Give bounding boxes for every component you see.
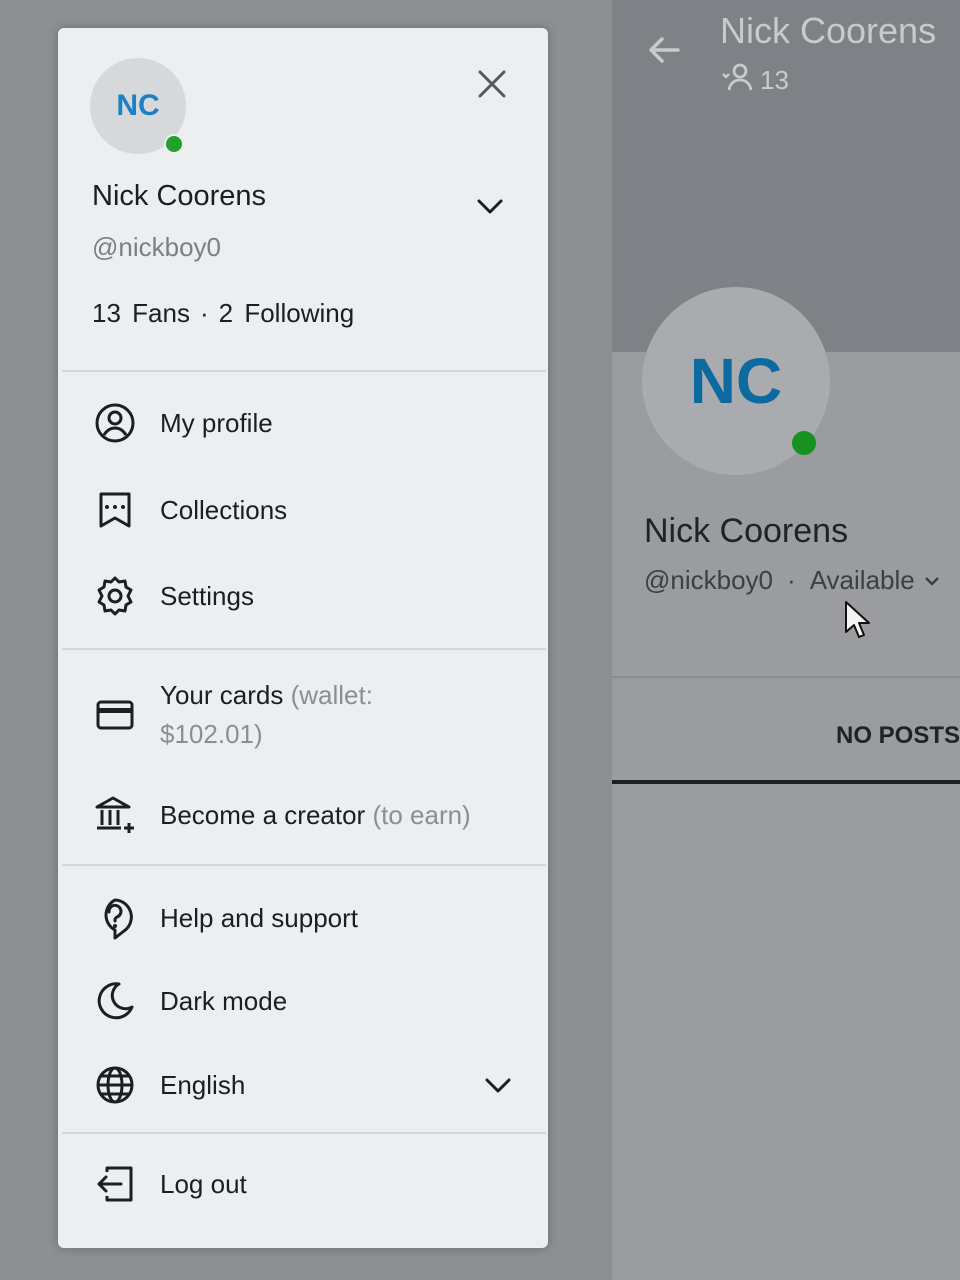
cards-label: Your cards — [160, 680, 284, 710]
fans-label: Fans — [132, 298, 190, 328]
menu-item-label: Collections — [160, 494, 288, 525]
menu-item-label: Your cards (wallet: $102.01) — [160, 676, 400, 754]
close-button[interactable] — [472, 64, 512, 104]
gear-icon — [88, 569, 142, 623]
menu-item-label: Dark mode — [160, 985, 288, 1016]
question-bubble-icon — [88, 891, 142, 945]
chevron-down-icon — [477, 199, 503, 214]
menu-item-my-profile[interactable]: My profile — [88, 396, 508, 450]
status-dropdown[interactable]: Available — [810, 565, 941, 596]
separator-dot: · — [199, 298, 209, 328]
mouse-cursor-icon — [844, 600, 870, 640]
chevron-down-icon — [924, 576, 939, 586]
profile-handle: @nickboy0 — [644, 565, 774, 595]
menu-item-collections[interactable]: Collections — [88, 483, 508, 537]
divider — [62, 370, 546, 372]
tab-active-underline — [612, 780, 960, 784]
profile-page-background: Nick Coorens 13 NC Nick Coorens @nickboy… — [612, 0, 960, 1280]
tab-posts[interactable]: NO POSTS — [836, 722, 960, 750]
profile-avatar-initials: NC — [689, 345, 783, 417]
menu-item-label: My profile — [160, 407, 273, 438]
creator-label: Become a creator — [160, 799, 366, 830]
menu-item-log-out[interactable]: Log out — [88, 1157, 508, 1211]
profile-online-indicator — [792, 431, 816, 455]
following-link[interactable]: 2 Following — [219, 298, 355, 329]
fans-icon — [720, 62, 754, 99]
profile-name: Nick Coorens — [644, 512, 849, 550]
following-count: 2 — [218, 298, 234, 328]
bank-plus-icon — [88, 788, 142, 842]
profile-title: Nick Coorens — [720, 10, 937, 51]
menu-item-label: Settings — [160, 580, 254, 611]
creator-hint: (to earn) — [372, 799, 471, 830]
back-arrow-icon[interactable] — [644, 30, 684, 70]
menu-item-help-support[interactable]: Help and support — [88, 891, 508, 945]
user-name: Nick Coorens — [92, 180, 267, 212]
globe-icon — [88, 1058, 142, 1112]
following-label: Following — [244, 298, 355, 328]
menu-item-label: Log out — [160, 1168, 247, 1199]
profile-subline: @nickboy0 · Available — [644, 565, 941, 596]
online-indicator — [164, 134, 184, 154]
moon-icon — [88, 974, 142, 1028]
menu-item-your-cards[interactable]: Your cards (wallet: $102.01) — [88, 676, 508, 754]
fans-count: 13 — [92, 298, 121, 328]
close-icon — [478, 70, 506, 98]
divider — [62, 648, 546, 650]
card-icon — [88, 688, 142, 742]
chevron-down-icon — [478, 1065, 518, 1105]
menu-item-language[interactable]: English — [88, 1058, 511, 1112]
fans-count-text: 13 — [760, 65, 789, 95]
account-switch-toggle[interactable] — [470, 186, 510, 226]
follow-stats: 13 Fans · 2 Following — [92, 298, 354, 329]
menu-item-label: English — [160, 1069, 246, 1100]
profile-avatar[interactable]: NC — [642, 287, 830, 475]
separator-dot: · — [787, 565, 796, 595]
avatar-initials: NC — [116, 89, 160, 122]
menu-item-label: Become a creator (to earn) — [160, 800, 471, 831]
status-label: Available — [809, 565, 915, 595]
divider — [62, 864, 546, 866]
profile-fans-count: 13 — [720, 62, 789, 99]
bookmark-stars-icon — [88, 483, 142, 537]
user-handle: @nickboy0 — [92, 232, 222, 262]
logout-icon — [88, 1157, 142, 1211]
account-drawer: NC Nick Coorens @nickboy0 13 Fans · 2 Fo… — [58, 28, 548, 1248]
fans-link[interactable]: 13 Fans — [92, 298, 190, 329]
menu-item-dark-mode[interactable]: Dark mode — [88, 974, 508, 1028]
menu-item-become-creator[interactable]: Become a creator (to earn) — [88, 788, 508, 842]
divider — [62, 1132, 546, 1134]
user-circle-icon — [88, 396, 142, 450]
menu-item-settings[interactable]: Settings — [88, 569, 508, 623]
divider — [612, 676, 960, 678]
menu-item-label: Help and support — [160, 902, 359, 933]
